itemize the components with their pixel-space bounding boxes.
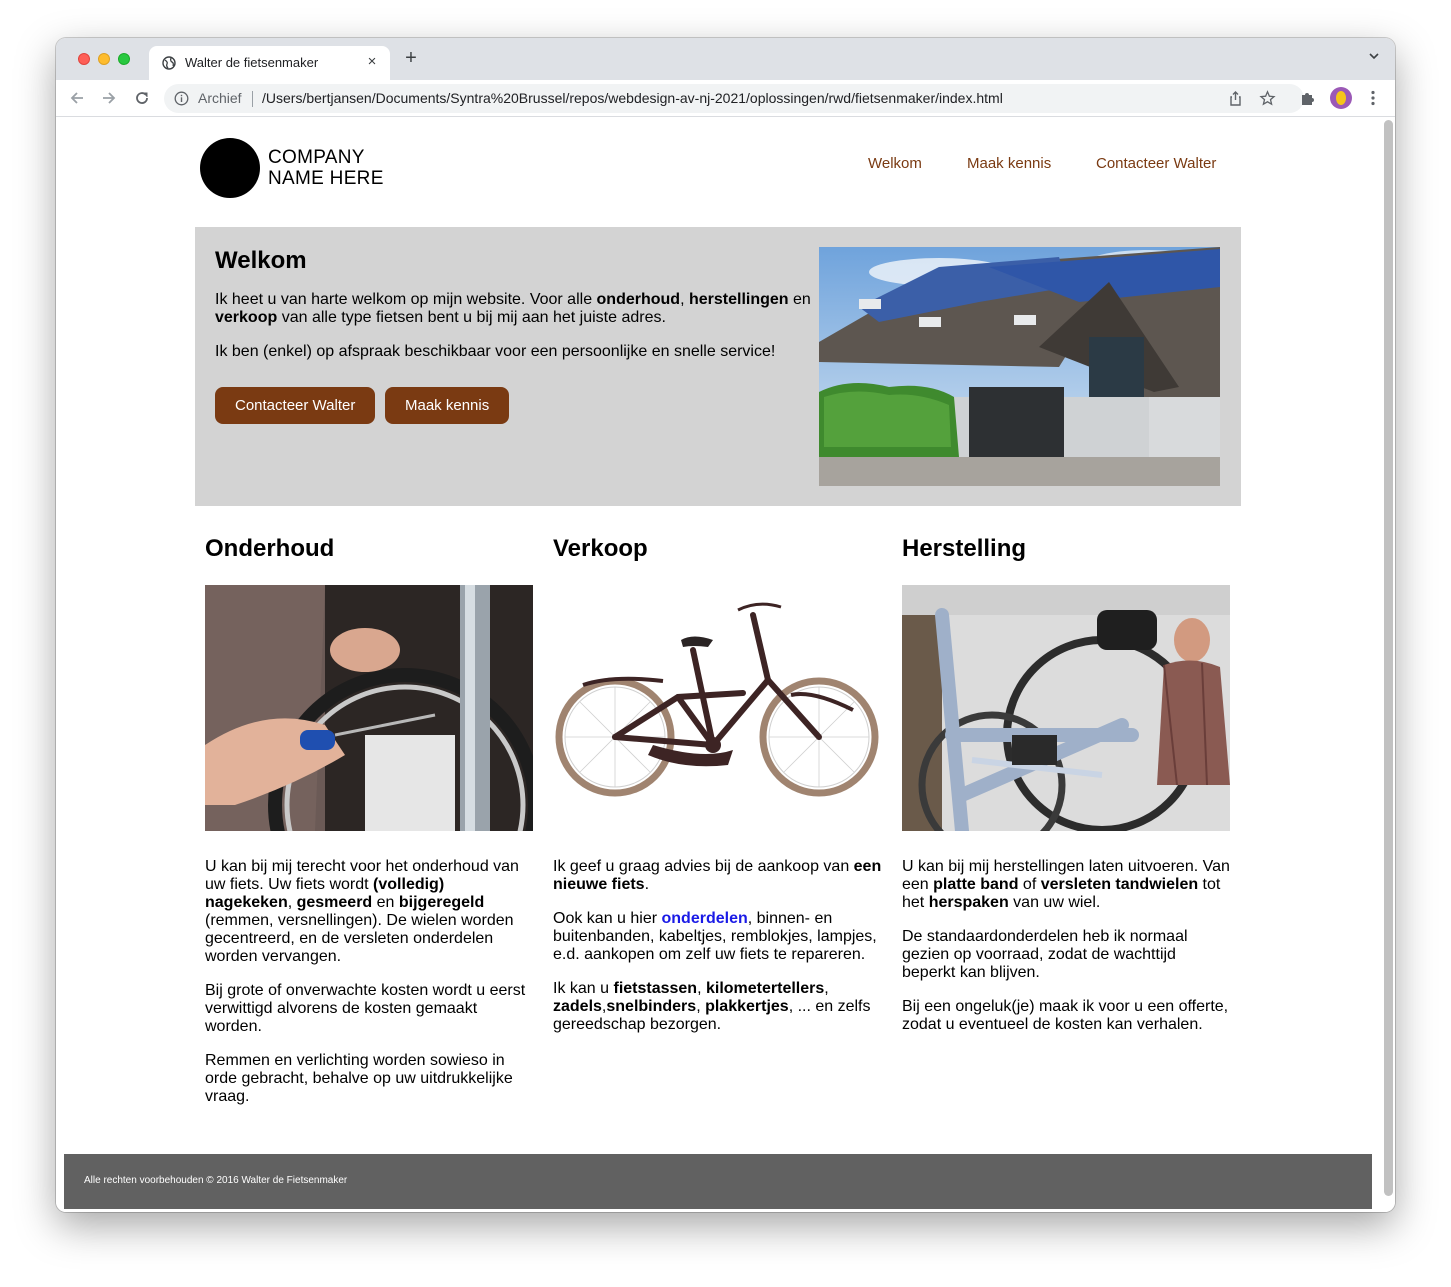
verkoop-paragraph-1: Ik geef u graag advies bij de aankoop va… [553,858,883,894]
hero-section: Welkom Ik heet u van harte welkom op mij… [195,227,1241,506]
back-arrow-icon[interactable] [67,88,87,108]
chevron-down-icon[interactable] [1367,49,1381,63]
verkoop-section: Verkoop Ik geef u graag advies bij de aa… [553,517,883,1034]
verkoop-text: Ik geef u graag advies bij de aankoop va… [553,858,854,875]
maintenance-photo [205,585,542,942]
close-tab-icon[interactable]: × [364,53,380,70]
omnibox-separator [252,91,253,107]
contact-walter-button[interactable]: Contacteer Walter [215,387,376,424]
verkoop-title: Verkoop [553,535,648,562]
herstelling-text: van uw wiel. [1008,894,1101,911]
new-tab-button[interactable]: + [401,48,421,68]
verkoop-text: . [644,876,650,893]
onderhoud-title: Onderhoud [205,535,335,562]
nav-link-contacteer-walter[interactable]: Contacteer Walter [1096,155,1216,172]
profile-avatar[interactable] [1330,87,1352,109]
page-viewport: COMPANY NAME HERE Welkom Maak kennis Con… [56,117,1395,1212]
reload-icon[interactable] [132,88,152,108]
hero-title: Welkom [215,247,307,274]
hero-intro-bold: herstellingen [688,291,789,308]
herstelling-bold: platte band [933,876,1019,893]
onderhoud-paragraph-2: Bij grote of onverwachte kosten wordt u … [205,982,526,1035]
onderhoud-text: , [287,894,297,911]
maak-kennis-button[interactable]: Maak kennis [385,387,510,424]
hero-appointment-text: Ik ben (enkel) op afspraak beschikbaar v… [215,343,776,360]
browser-tab[interactable]: Walter de fietsenmaker × [149,46,390,80]
verkoop-text: , [824,980,829,997]
hero-intro-text: Ik heet u van harte welkom op mijn websi… [215,291,597,308]
security-label: Archief [198,90,242,106]
onderhoud-bold: gesmeerd [296,894,373,911]
more-menu-icon[interactable] [1364,89,1382,107]
hero-intro: Ik heet u van harte welkom op mijn websi… [215,291,815,327]
onderhoud-text: U kan bij mij terecht voor het onderhoud… [205,858,519,893]
share-icon[interactable] [1227,90,1244,107]
verkoop-paragraph-3: Ik kan u fietstassen, kilometertellers, … [553,980,883,1034]
forward-arrow-icon[interactable] [99,88,119,108]
herstelling-section: Herstelling U kan bij mij herstellingen … [902,517,1232,1034]
maximize-window-button[interactable] [118,53,130,65]
house-photo [819,247,1220,486]
address-bar[interactable]: Archief /Users/bertjansen/Documents/Synt… [164,84,1304,113]
hero-intro-text: en [788,291,811,308]
browser-toolbar: Archief /Users/bertjansen/Documents/Synt… [56,80,1395,117]
globe-icon [162,56,176,70]
verkoop-text: Ik kan u [553,980,614,997]
nav-link-welkom[interactable]: Welkom [868,155,922,172]
herstelling-title: Herstelling [902,535,1027,562]
herstelling-paragraph-2: De standaardonderdelen heb ik normaal ge… [902,928,1188,981]
verkoop-bold: plakkertjes [705,998,789,1015]
herstelling-paragraph-1: U kan bij mij herstellingen laten uitvoe… [902,858,1232,912]
verkoop-bold: snelbinders [606,998,697,1015]
hero-intro-text: van alle type fietsen bent u bij mij aan… [277,309,666,326]
onderdelen-link[interactable]: onderdelen [662,910,748,927]
bicycle-photo [553,585,881,831]
hero-intro-bold: verkoop [215,309,278,326]
herstelling-text: of [1018,876,1041,893]
nav-link-maak-kennis[interactable]: Maak kennis [967,155,1051,172]
page-footer: Alle rechten voorbehouden © 2016 Walter … [64,1154,1372,1209]
herstelling-paragraph-3: Bij een ongeluk(je) maak ik voor u een o… [902,998,1229,1033]
url-text[interactable]: /Users/bertjansen/Documents/Syntra%20Bru… [262,90,1003,106]
verkoop-bold: fietstassen [613,980,698,997]
footer-copyright: Alle rechten voorbehouden © 2016 Walter … [84,1175,348,1186]
web-page: COMPANY NAME HERE Welkom Maak kennis Con… [56,117,1381,1212]
vertical-scrollbar[interactable] [1384,120,1393,1196]
onderhoud-section: Onderhoud U kan bij mij terecht voor het… [205,517,542,1106]
repair-photo [902,585,1230,859]
main-nav: Welkom Maak kennis Contacteer Walter [56,155,1381,175]
extensions-puzzle-icon[interactable] [1299,89,1317,107]
minimize-window-button[interactable] [98,53,110,65]
verkoop-text: , [696,998,706,1015]
hero-intro-bold: onderhoud [596,291,681,308]
tab-bar: Walter de fietsenmaker × + [56,38,1395,80]
verkoop-text: Ook kan u hier [553,910,662,927]
herstelling-bold: versleten tandwielen [1040,876,1199,893]
onderhoud-bold: bijgeregeld [398,894,485,911]
onderhoud-paragraph-3: Remmen en verlichting worden sowieso in … [205,1052,513,1105]
info-icon[interactable] [174,91,189,106]
bookmark-star-icon[interactable] [1259,90,1276,107]
herstelling-bold: herspaken [928,894,1009,911]
hero-intro-text: , [680,291,689,308]
verkoop-bold: zadels [553,998,602,1015]
browser-window: Walter de fietsenmaker × + Archief /User… [56,38,1395,1212]
tab-title: Walter de fietsenmaker [185,55,319,70]
onderhoud-text: (remmen, versnellingen). De wielen worde… [205,912,514,965]
close-window-button[interactable] [78,53,90,65]
onderhoud-paragraph-1: U kan bij mij terecht voor het onderhoud… [205,858,535,966]
verkoop-text: , [697,980,706,997]
verkoop-bold: kilometertellers [705,980,825,997]
onderhoud-text: en [372,894,399,911]
verkoop-paragraph-2: Ook kan u hier onderdelen, binnen- en bu… [553,910,883,964]
